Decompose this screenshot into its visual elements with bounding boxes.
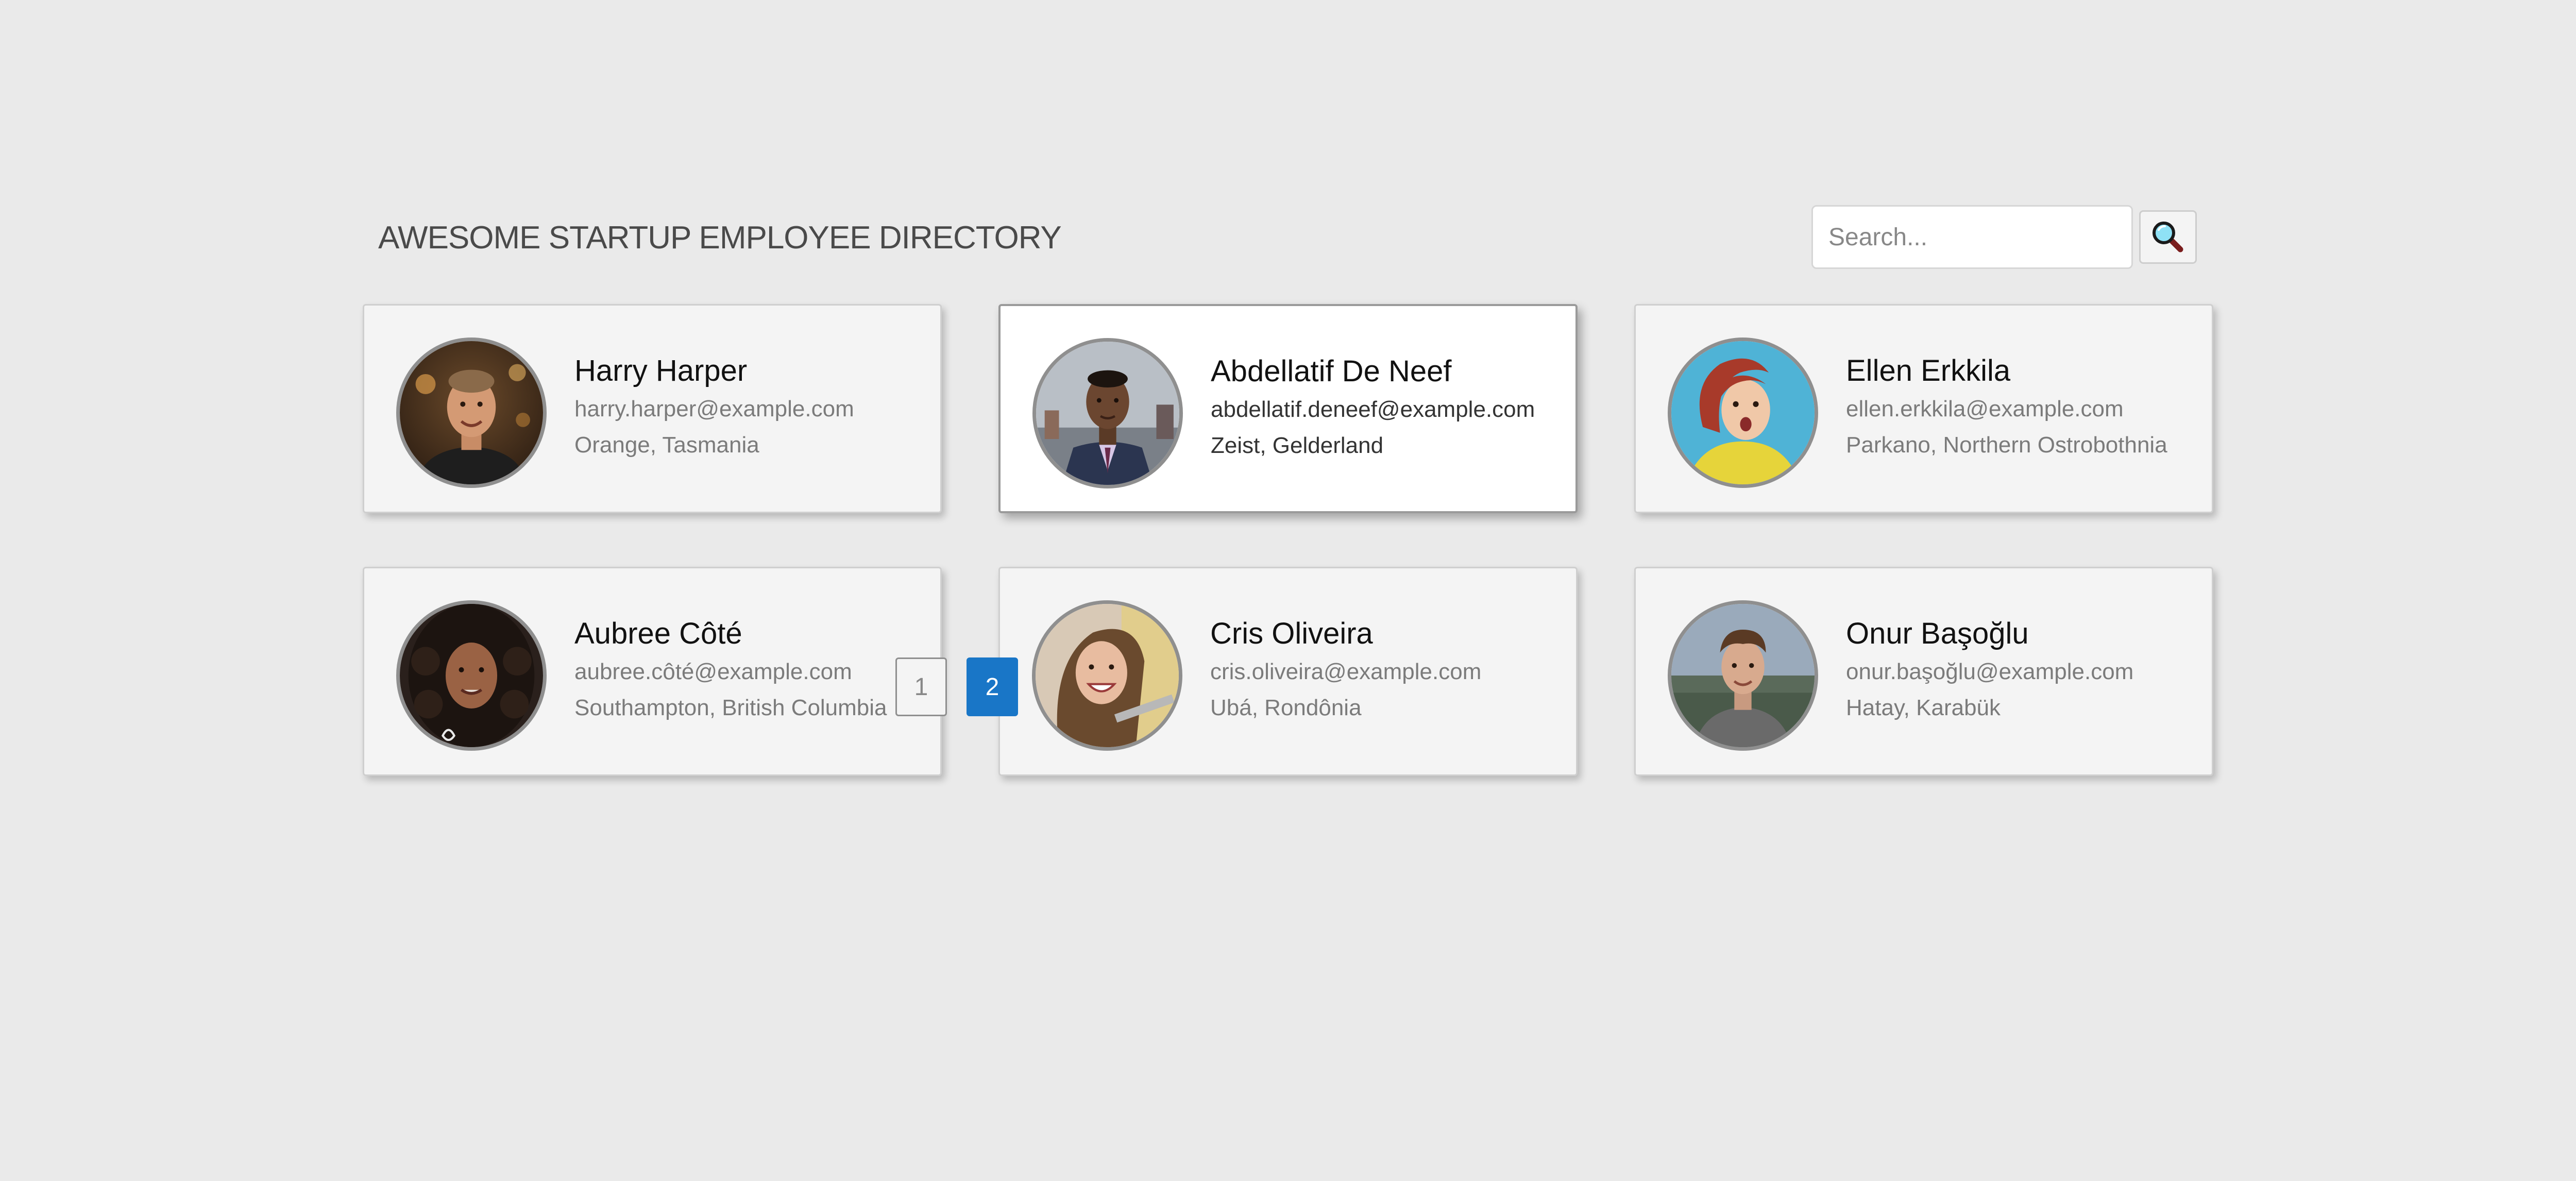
- magnifying-glass-icon: [2153, 222, 2183, 252]
- avatar: [1668, 338, 1818, 488]
- search-button[interactable]: [2139, 210, 2197, 264]
- employee-location: Southampton, British Columbia: [574, 695, 887, 720]
- employee-card[interactable]: Cris Oliveira cris.oliveira@example.com …: [998, 567, 1578, 776]
- header: AWESOME STARTUP EMPLOYEE DIRECTORY: [363, 205, 2213, 270]
- page-title: AWESOME STARTUP EMPLOYEE DIRECTORY: [378, 220, 1062, 256]
- employee-name: Harry Harper: [574, 354, 748, 387]
- directory-container: AWESOME STARTUP EMPLOYEE DIRECTORY Searc…: [363, 205, 2213, 776]
- employee-info: Harry Harper harry.harper@example.com Or…: [574, 353, 854, 460]
- employee-email: cris.oliveira@example.com: [1210, 659, 1482, 684]
- employee-location: Parkano, Northern Ostrobothnia: [1846, 432, 2167, 458]
- employee-email: onur.başoğlu@example.com: [1846, 659, 2134, 684]
- employee-name: Abdellatif De Neef: [1211, 355, 1452, 388]
- employee-card[interactable]: Abdellatif De Neef abdellatif.deneef@exa…: [998, 304, 1578, 513]
- pagination: 1 2: [895, 657, 1038, 716]
- avatar: [396, 338, 547, 488]
- avatar: [1032, 338, 1183, 488]
- employee-email: harry.harper@example.com: [574, 396, 854, 421]
- search-input[interactable]: [1811, 205, 2133, 269]
- employee-email: abdellatif.deneef@example.com: [1211, 397, 1535, 422]
- employee-location: Orange, Tasmania: [574, 432, 759, 458]
- employee-email: aubree.côté@example.com: [574, 659, 852, 684]
- employee-email: ellen.erkkila@example.com: [1846, 396, 2124, 421]
- employee-name: Ellen Erkkila: [1846, 354, 2011, 387]
- employee-location: Hatay, Karabük: [1846, 695, 2001, 720]
- employee-card[interactable]: Harry Harper harry.harper@example.com Or…: [363, 304, 942, 513]
- employee-info: Cris Oliveira cris.oliveira@example.com …: [1210, 616, 1481, 723]
- employee-card[interactable]: Ellen Erkkila ellen.erkkila@example.com …: [1634, 304, 2213, 513]
- employee-card[interactable]: Onur Başoğlu onur.başoğlu@example.com Ha…: [1634, 567, 2213, 776]
- avatar: [396, 600, 547, 751]
- search-form: [1811, 205, 2197, 269]
- page-button-2[interactable]: 2: [967, 657, 1018, 716]
- employee-info: Aubree Côté aubree.côté@example.com Sout…: [574, 616, 887, 723]
- employee-name: Onur Başoğlu: [1846, 617, 2029, 650]
- employee-location: Zeist, Gelderland: [1211, 433, 1384, 458]
- employee-name: Aubree Côté: [574, 617, 742, 650]
- employee-name: Cris Oliveira: [1210, 617, 1373, 650]
- page-button-1[interactable]: 1: [895, 657, 947, 716]
- employee-info: Abdellatif De Neef abdellatif.deneef@exa…: [1211, 353, 1535, 461]
- avatar: [1668, 600, 1818, 751]
- avatar: [1032, 600, 1182, 751]
- employee-location: Ubá, Rondônia: [1210, 695, 1362, 720]
- employee-info: Onur Başoğlu onur.başoğlu@example.com Ha…: [1846, 616, 2133, 723]
- employee-card[interactable]: Aubree Côté aubree.côté@example.com Sout…: [363, 567, 942, 776]
- employee-info: Ellen Erkkila ellen.erkkila@example.com …: [1846, 353, 2167, 460]
